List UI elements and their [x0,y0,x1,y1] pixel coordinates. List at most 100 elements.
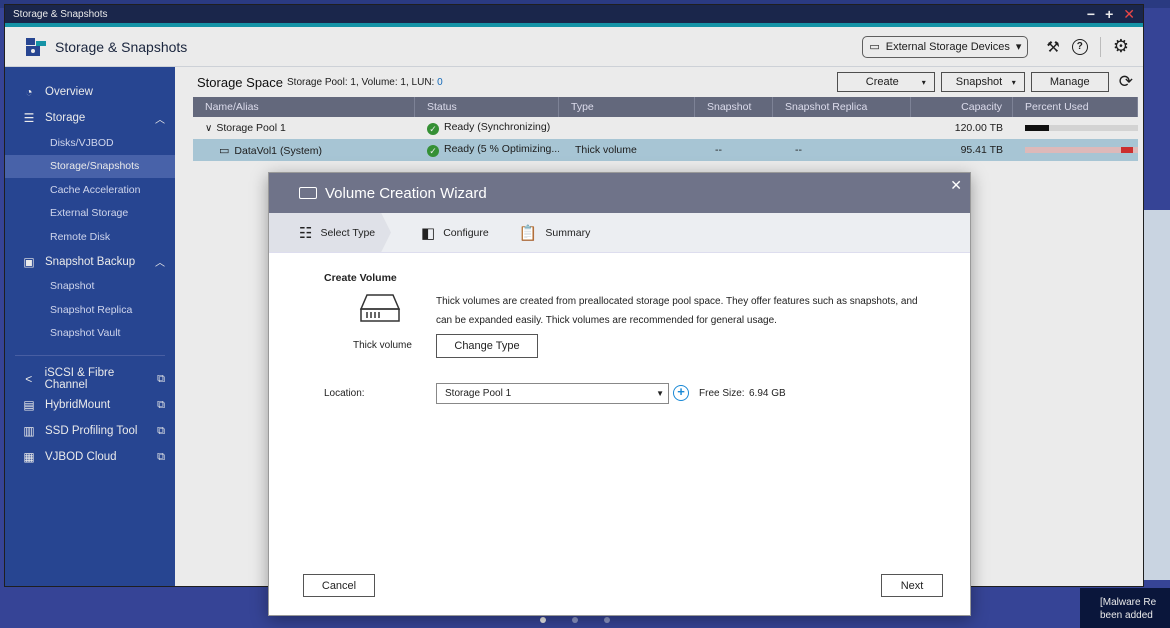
table-row[interactable]: ▭ DataVol1 (System) ✓ Ready (5 % Optimizin… [193,139,1138,161]
close-window-icon[interactable]: ✕ [1123,6,1135,23]
row-replica: -- [795,144,802,156]
chevron-down-icon: ▾ [1011,77,1016,87]
desktop-notification[interactable]: [Malware Re been added [1080,588,1170,628]
maximize-icon[interactable]: + [1105,6,1113,23]
page-dot[interactable] [540,617,546,623]
sidebar-label: Storage [45,112,86,124]
sidebar-label: Overview [45,86,93,98]
snapshot-icon: ▣ [23,254,35,269]
chevron-down-icon[interactable]: ∨ [205,123,212,134]
volume-creation-dialog: Volume Creation Wizard ✕ ☷ Select Type ◧… [268,172,971,616]
row-capacity: 120.00 TB [954,122,1003,134]
dialog-header: Volume Creation Wizard ✕ [269,173,970,213]
row-type: Thick volume [575,144,637,156]
chevron-down-icon: ▼ [656,389,664,398]
external-link-icon: ⧉ [157,372,165,385]
gear-icon[interactable]: ⚙ [1113,36,1129,57]
sidebar-label: Cache Acceleration [50,183,141,196]
page-dot[interactable] [604,617,610,623]
help-icon[interactable]: ? [1071,38,1088,55]
external-storage-devices-button[interactable]: ▭ External Storage Devices ▾ [862,35,1029,58]
sidebar-label: HybridMount [45,399,111,411]
add-pool-icon[interactable]: + [673,385,689,401]
column-header[interactable]: Percent Used [1013,97,1138,117]
subtitle-text: Storage Pool: 1, Volume: 1, LUN: [287,76,435,88]
refresh-icon[interactable]: ⟳ [1119,72,1133,92]
thick-volume-icon [359,294,401,322]
sidebar-link-hybridmount[interactable]: ▤ HybridMount ⧉ [5,392,175,418]
row-snapshot: -- [715,144,722,156]
column-header[interactable]: Status [415,97,559,117]
sidebar-item-snapshot[interactable]: Snapshot [5,275,175,299]
lun-count-link[interactable]: 0 [437,77,443,88]
next-button[interactable]: Next [881,574,943,597]
column-header[interactable]: Snapshot Replica [773,97,911,117]
sidebar-item-overview[interactable]: ◔ Overview [5,79,175,105]
window-titlebar: Storage & Snapshots − + ✕ [5,5,1143,23]
close-icon[interactable]: ✕ [950,177,962,194]
page-subtitle: Storage Pool: 1, Volume: 1, LUN: 0 [287,77,443,88]
sidebar-link-iscsi[interactable]: < iSCSI & Fibre Channel ⧉ [5,366,175,392]
external-link-icon: ⧉ [157,398,165,411]
hard-drive-icon [299,187,317,199]
notification-text: [Malware Re been added [1100,597,1157,621]
row-name: DataVol1 (System) [234,144,322,157]
row-name: Storage Pool 1 [216,122,286,134]
chevron-down-icon: ▾ [921,77,926,87]
desktop-side-panel [1140,210,1170,580]
free-size-value: 6.94 GB [749,388,786,399]
sidebar-label: Snapshot Vault [50,327,121,340]
sidebar-link-vjbod-cloud[interactable]: ▦ VJBOD Cloud ⧉ [5,444,175,470]
table-row[interactable]: ∨ Storage Pool 1 ✓ Ready (Synchronizing) 1… [193,117,1138,139]
row-status: Ready (Synchronizing) [444,121,551,133]
column-header[interactable]: Name/Alias [193,97,415,117]
button-label: Manage [1049,76,1090,88]
step-select-type[interactable]: ☷ Select Type [269,213,391,252]
column-header[interactable]: Capacity [911,97,1013,117]
sidebar-item-remote-disk[interactable]: Remote Disk [5,225,175,249]
create-button[interactable]: Create ▾ [836,72,935,92]
external-storage-label: External Storage Devices [885,40,1010,53]
section-title: Create Volume [324,272,397,284]
vjbod-icon: ▦ [23,450,35,464]
volume-icon: ▭ [219,144,230,157]
configure-icon: ◧ [421,224,436,242]
diagnostics-icon[interactable]: ⚒ [1046,38,1059,56]
sidebar-item-disks[interactable]: Disks/VJBOD [5,131,175,155]
change-type-button[interactable]: Change Type [436,334,538,358]
sidebar-group-storage[interactable]: ☰ Storage ︿ [5,105,175,131]
sidebar-item-snapshot-vault[interactable]: Snapshot Vault [5,322,175,346]
snapshot-button[interactable]: Snapshot ▾ [940,72,1025,92]
list-icon: ☷ [299,224,313,242]
volume-type-label: Thick volume [353,340,412,351]
step-summary[interactable]: 📋 Summary [489,213,591,252]
manage-button[interactable]: Manage [1030,72,1109,92]
app-header: Storage & Snapshots ▭ External Storage D… [5,27,1143,67]
sidebar-item-external-storage[interactable]: External Storage [5,202,175,226]
column-header[interactable]: Type [559,97,695,117]
main-header: Storage Space Storage Pool: 1, Volume: 1… [175,67,1143,97]
step-configure[interactable]: ◧ Configure [391,213,489,252]
sidebar-label: Snapshot Backup [45,255,136,268]
sidebar-label: Storage/Snapshots [50,160,140,173]
cancel-button[interactable]: Cancel [303,574,375,597]
column-header[interactable]: Snapshot [695,97,773,117]
sidebar-group-snapshot-backup[interactable]: ▣ Snapshot Backup ︿ [5,249,175,275]
location-label: Location: [324,388,365,399]
sidebar-label: Disks/VJBOD [50,136,114,149]
ssd-icon: ▥ [23,424,35,438]
cloud-drive-icon: ▤ [23,398,35,412]
sidebar-link-ssd-profiling[interactable]: ▥ SSD Profiling Tool ⧉ [5,418,175,444]
table-header: Name/Alias Status Type Snapshot Snapshot… [193,97,1138,117]
volume-description: Thick volumes are created from prealloca… [436,296,918,326]
sidebar-item-cache-acceleration[interactable]: Cache Acceleration [5,178,175,202]
page-dot[interactable] [572,617,578,623]
sidebar-item-snapshot-replica[interactable]: Snapshot Replica [5,298,175,322]
window-title: Storage & Snapshots [13,8,108,20]
percent-used-marker [1025,125,1049,131]
chevron-down-icon: ▾ [1015,41,1022,53]
minimize-icon[interactable]: − [1087,6,1095,23]
location-select[interactable]: Storage Pool 1 ▼ [436,383,669,404]
dialog-body: Create Volume Thick volume Thick volumes… [269,254,972,616]
sidebar-item-storage-snapshots[interactable]: Storage/Snapshots [5,154,175,178]
